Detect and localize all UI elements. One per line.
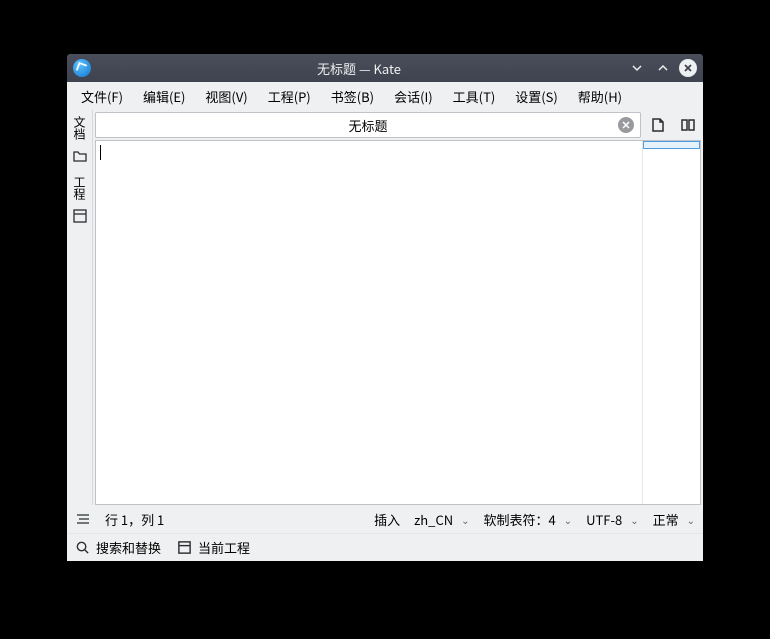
close-button[interactable] — [679, 59, 697, 77]
status-tabs[interactable]: 软制表符：4⌄ — [484, 510, 573, 529]
titlebar: 无标题 — Kate — [67, 54, 703, 82]
menubar: 文件(F) 编辑(E) 视图(V) 工程(P) 书签(B) 会话(I) 工具(T… — [67, 82, 703, 110]
menu-tools[interactable]: 工具(T) — [443, 83, 506, 110]
menu-project[interactable]: 工程(P) — [258, 83, 321, 110]
sidebar-projects[interactable]: 工程 — [71, 172, 88, 204]
project-icon[interactable] — [72, 208, 88, 228]
chevron-down-icon: ⌄ — [564, 512, 572, 527]
text-editor[interactable] — [96, 141, 642, 504]
center-area: 无标题 — [93, 110, 703, 505]
close-tab-icon[interactable] — [618, 117, 634, 133]
menu-view[interactable]: 视图(V) — [195, 83, 257, 110]
search-icon — [75, 540, 90, 555]
current-project-label: 当前工程 — [198, 538, 250, 557]
search-replace-label: 搜索和替换 — [96, 538, 161, 557]
menu-file[interactable]: 文件(F) — [71, 83, 133, 110]
folder-icon[interactable] — [72, 148, 88, 168]
menu-sessions[interactable]: 会话(I) — [384, 83, 443, 110]
current-project-button[interactable]: 当前工程 — [177, 538, 250, 557]
status-state[interactable]: 正常⌄ — [653, 510, 695, 529]
chevron-down-icon: ⌄ — [687, 512, 695, 527]
menu-bookmarks[interactable]: 书签(B) — [321, 83, 384, 110]
text-cursor — [100, 145, 101, 160]
minimap-viewport — [643, 141, 700, 149]
project-icon — [177, 540, 192, 555]
indent-icon[interactable] — [75, 513, 91, 525]
window-title: 无标题 — Kate — [97, 59, 621, 78]
body: 文档 工程 无标题 — [67, 110, 703, 505]
maximize-button[interactable] — [653, 58, 673, 78]
sidebar-documents[interactable]: 文档 — [71, 112, 88, 144]
new-document-icon[interactable] — [645, 110, 671, 140]
kate-window: 无标题 — Kate 文件(F) 编辑(E) 视图(V) 工程(P) 书签(B)… — [67, 54, 703, 561]
minimize-button[interactable] — [627, 58, 647, 78]
tab-title: 无标题 — [348, 116, 387, 135]
bottom-toolbar: 搜索和替换 当前工程 — [67, 533, 703, 561]
app-icon — [73, 59, 91, 77]
menu-edit[interactable]: 编辑(E) — [133, 83, 195, 110]
status-encoding[interactable]: UTF-8⌄ — [586, 510, 638, 529]
menu-settings[interactable]: 设置(S) — [505, 83, 568, 110]
split-view-icon[interactable] — [675, 110, 701, 140]
chevron-down-icon: ⌄ — [461, 512, 469, 527]
status-bar: 行 1，列 1 插入 zh_CN⌄ 软制表符：4⌄ UTF-8⌄ 正常⌄ — [67, 505, 703, 533]
menu-help[interactable]: 帮助(H) — [568, 83, 632, 110]
editor-area — [95, 140, 701, 505]
tab-bar: 无标题 — [93, 110, 703, 140]
status-insert-mode[interactable]: 插入 — [374, 510, 400, 529]
chevron-down-icon: ⌄ — [630, 512, 638, 527]
minimap[interactable] — [642, 141, 700, 504]
status-position[interactable]: 行 1，列 1 — [105, 510, 164, 529]
left-sidebar: 文档 工程 — [67, 110, 93, 505]
search-replace-button[interactable]: 搜索和替换 — [75, 538, 161, 557]
status-locale[interactable]: zh_CN⌄ — [414, 510, 469, 529]
document-tab[interactable]: 无标题 — [95, 112, 641, 138]
